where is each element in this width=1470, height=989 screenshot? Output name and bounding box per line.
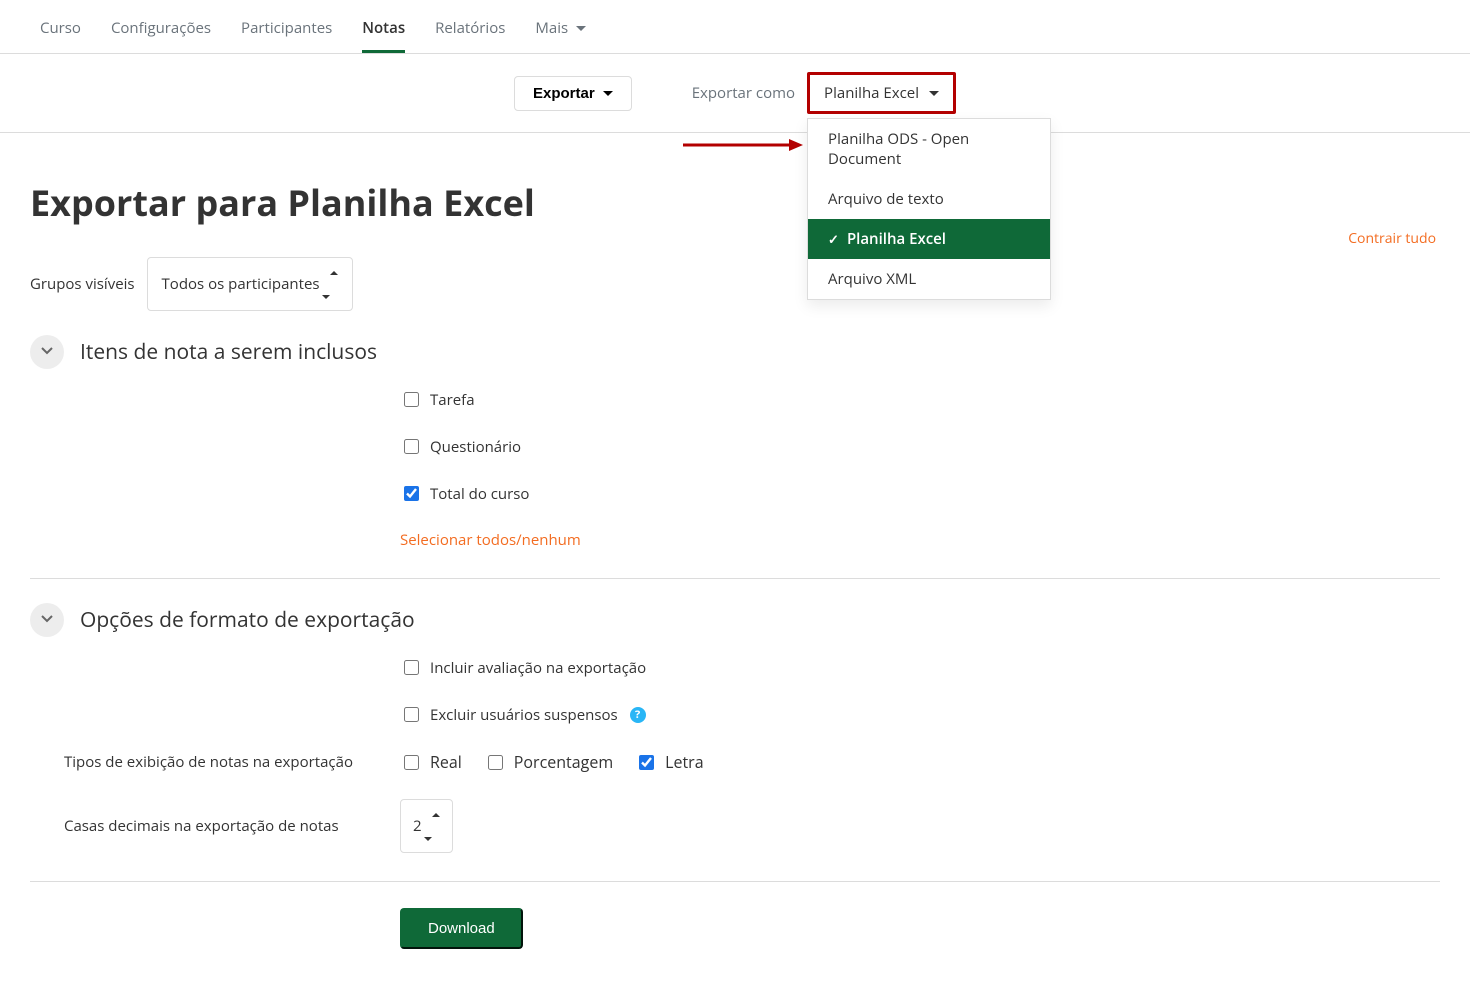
tab-configuracoes[interactable]: Configurações — [111, 12, 211, 53]
row-display-types: Tipos de exibição de notas na exportação… — [30, 751, 1440, 773]
chevron-down-icon — [603, 85, 613, 102]
export-as-select[interactable]: Planilha Excel — [807, 72, 956, 114]
visible-groups-row: Grupos visíveis Todos os participantes — [30, 257, 1440, 311]
checkbox-input[interactable] — [639, 755, 654, 770]
chevron-down-icon — [39, 341, 55, 363]
checkbox-include-feedback[interactable]: Incluir avaliação na exportação — [400, 657, 1440, 678]
download-button[interactable]: Download — [400, 908, 523, 949]
checkbox-label: Tarefa — [430, 390, 475, 410]
dropdown-item-xml[interactable]: Arquivo XML — [808, 259, 1050, 299]
checkbox-porcentagem[interactable]: Porcentagem — [484, 751, 613, 773]
help-icon[interactable]: ? — [630, 707, 646, 723]
visible-groups-label: Grupos visíveis — [30, 274, 135, 294]
display-types-label: Tipos de exibição de notas na exportação — [30, 752, 370, 772]
page-title: Exportar para Planilha Excel — [30, 178, 1440, 227]
tab-mais-label: Mais — [535, 18, 568, 38]
collapse-toggle[interactable] — [30, 335, 64, 369]
visible-groups-value: Todos os participantes — [162, 274, 320, 294]
section-grade-items: Itens de nota a serem inclusos Tarefa Qu… — [30, 335, 1440, 550]
export-as-label: Exportar como — [692, 83, 795, 103]
section-title: Itens de nota a serem inclusos — [80, 338, 377, 366]
checkbox-questionario[interactable]: Questionário — [400, 436, 1440, 457]
course-nav-tabs: Curso Configurações Participantes Notas … — [0, 0, 1470, 54]
tab-notas[interactable]: Notas — [362, 12, 405, 53]
checkbox-input[interactable] — [404, 392, 419, 407]
chevron-down-icon — [576, 18, 586, 38]
divider — [30, 578, 1440, 579]
checkbox-label: Incluir avaliação na exportação — [430, 658, 646, 678]
dropdown-item-label: Planilha ODS - Open Document — [828, 129, 1030, 169]
check-icon: ✓ — [828, 230, 839, 248]
export-as-group: Exportar como Planilha Excel Planilha OD… — [692, 72, 956, 114]
checkbox-label: Questionário — [430, 437, 521, 457]
dropdown-item-label: Arquivo de texto — [828, 189, 944, 209]
checkbox-input[interactable] — [404, 707, 419, 722]
tab-mais[interactable]: Mais — [535, 12, 586, 53]
export-as-selected-value: Planilha Excel — [824, 83, 919, 103]
checkbox-input[interactable] — [404, 660, 419, 675]
decimals-value: 2 — [413, 816, 422, 836]
checkbox-label: Real — [430, 751, 462, 773]
dropdown-item-ods[interactable]: Planilha ODS - Open Document — [808, 119, 1050, 179]
submit-row: Download — [400, 908, 1440, 949]
sort-caret-icon — [432, 806, 440, 846]
dropdown-item-excel[interactable]: ✓ Planilha Excel — [808, 219, 1050, 259]
checkbox-input[interactable] — [404, 439, 419, 454]
dropdown-item-label: Arquivo XML — [828, 269, 916, 289]
select-all-none-link[interactable]: Selecionar todos/nenhum — [400, 530, 1440, 550]
divider — [30, 881, 1440, 882]
checkbox-label: Porcentagem — [514, 751, 613, 773]
checkbox-input[interactable] — [488, 755, 503, 770]
section-title: Opções de formato de exportação — [80, 606, 415, 634]
checkbox-input[interactable] — [404, 486, 419, 501]
checkbox-real[interactable]: Real — [400, 751, 462, 773]
collapse-toggle[interactable] — [30, 603, 64, 637]
checkbox-label: Total do curso — [430, 484, 529, 504]
checkbox-tarefa[interactable]: Tarefa — [400, 389, 1440, 410]
decimals-select[interactable]: 2 — [400, 799, 453, 853]
checkbox-label: Excluir usuários suspensos — [430, 705, 618, 725]
dropdown-item-texto[interactable]: Arquivo de texto — [808, 179, 1050, 219]
tab-participantes[interactable]: Participantes — [241, 12, 332, 53]
checkbox-letra[interactable]: Letra — [635, 751, 703, 773]
export-as-dropdown: Planilha ODS - Open Document Arquivo de … — [807, 118, 1051, 300]
dropdown-item-label: Planilha Excel — [847, 229, 946, 249]
export-toolbar: Exportar Exportar como Planilha Excel Pl… — [0, 54, 1470, 133]
row-decimal-places: Casas decimais na exportação de notas 2 — [30, 799, 1440, 853]
checkbox-exclude-suspended[interactable]: Excluir usuários suspensos ? — [400, 704, 1440, 725]
tab-relatorios[interactable]: Relatórios — [435, 12, 505, 53]
chevron-down-icon — [39, 609, 55, 631]
checkbox-total-curso[interactable]: Total do curso — [400, 483, 1440, 504]
section-export-format: Opções de formato de exportação Incluir … — [30, 603, 1440, 853]
export-button[interactable]: Exportar — [514, 76, 632, 111]
decimals-label: Casas decimais na exportação de notas — [30, 816, 370, 836]
sort-caret-icon — [330, 264, 338, 304]
tab-curso[interactable]: Curso — [40, 12, 81, 53]
visible-groups-select[interactable]: Todos os participantes — [147, 257, 353, 311]
chevron-down-icon — [929, 83, 939, 103]
checkbox-input[interactable] — [404, 755, 419, 770]
export-button-label: Exportar — [533, 85, 595, 102]
checkbox-label: Letra — [665, 751, 703, 773]
collapse-all-link[interactable]: Contrair tudo — [1348, 229, 1436, 248]
main-content: Exportar para Planilha Excel Grupos visí… — [0, 133, 1470, 989]
